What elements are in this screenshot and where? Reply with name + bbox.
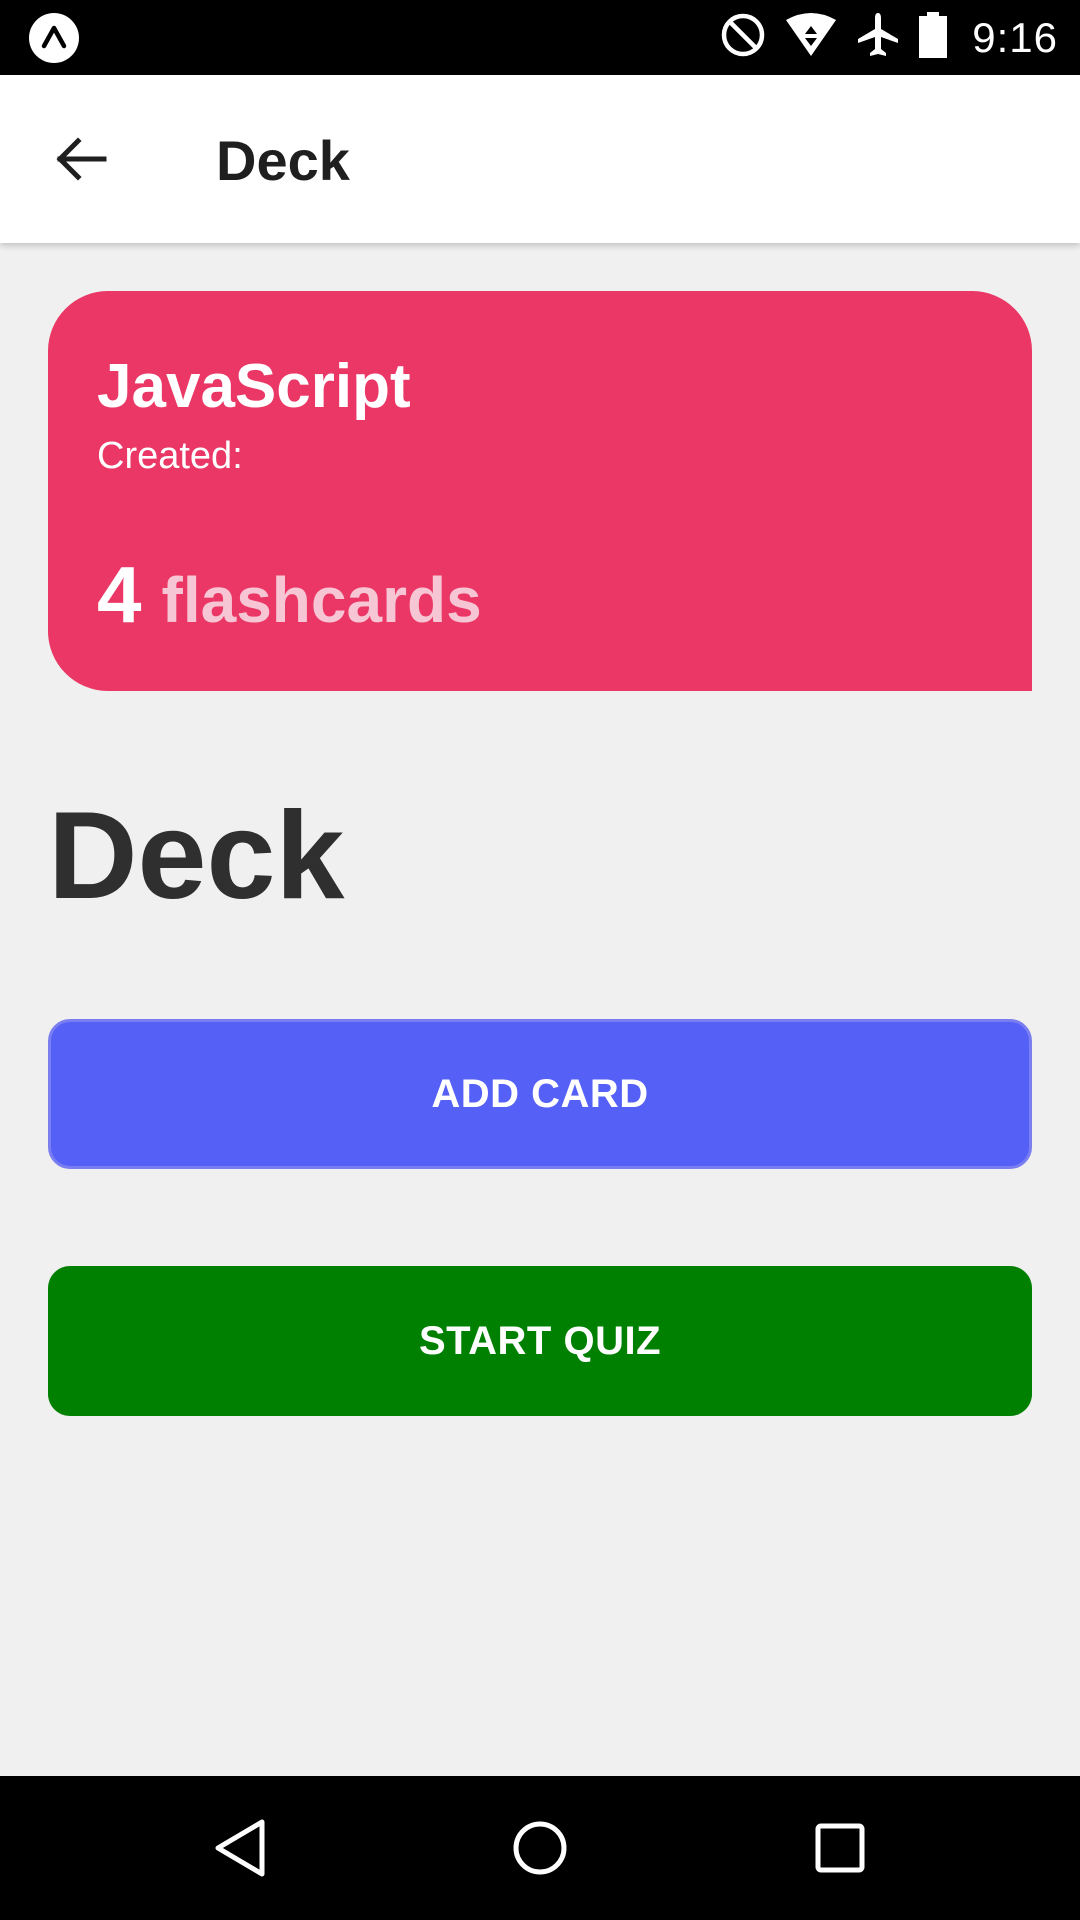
wifi-icon: [784, 12, 838, 63]
battery-icon: [918, 11, 948, 64]
page-heading: Deck: [48, 787, 345, 925]
start-quiz-button[interactable]: START QUIZ: [48, 1266, 1032, 1416]
status-icons: 9:16: [720, 0, 1058, 75]
deck-created-label: Created:: [97, 435, 243, 477]
do-not-disturb-icon: [720, 12, 766, 63]
add-card-button[interactable]: ADD CARD: [48, 1019, 1032, 1169]
flashcard-count: 4: [97, 550, 142, 639]
nav-back-icon: [215, 1819, 265, 1877]
screen: 9:16 Deck JavaScript Created: 4 flashcar…: [0, 0, 1080, 1920]
status-bar: 9:16: [0, 0, 1080, 75]
app-header: Deck: [0, 75, 1080, 243]
airplane-mode-icon: [856, 11, 900, 64]
clock: 9:16: [972, 13, 1058, 61]
nav-home-button[interactable]: [480, 1776, 600, 1920]
deck-name: JavaScript: [97, 352, 411, 421]
arrow-back-icon: [56, 137, 107, 181]
nav-recents-button[interactable]: [780, 1776, 900, 1920]
nav-home-icon: [513, 1821, 567, 1875]
back-button[interactable]: [40, 119, 120, 199]
deck-card-count: 4 flashcards: [97, 549, 482, 641]
navigation-bar: [0, 1776, 1080, 1920]
flashcard-count-label: flashcards: [161, 564, 482, 636]
nav-recents-icon: [815, 1823, 865, 1873]
deck-card: JavaScript Created: 4 flashcards: [48, 291, 1032, 691]
nav-back-button[interactable]: [180, 1776, 300, 1920]
expo-icon: [29, 13, 79, 63]
header-title: Deck: [216, 129, 350, 192]
